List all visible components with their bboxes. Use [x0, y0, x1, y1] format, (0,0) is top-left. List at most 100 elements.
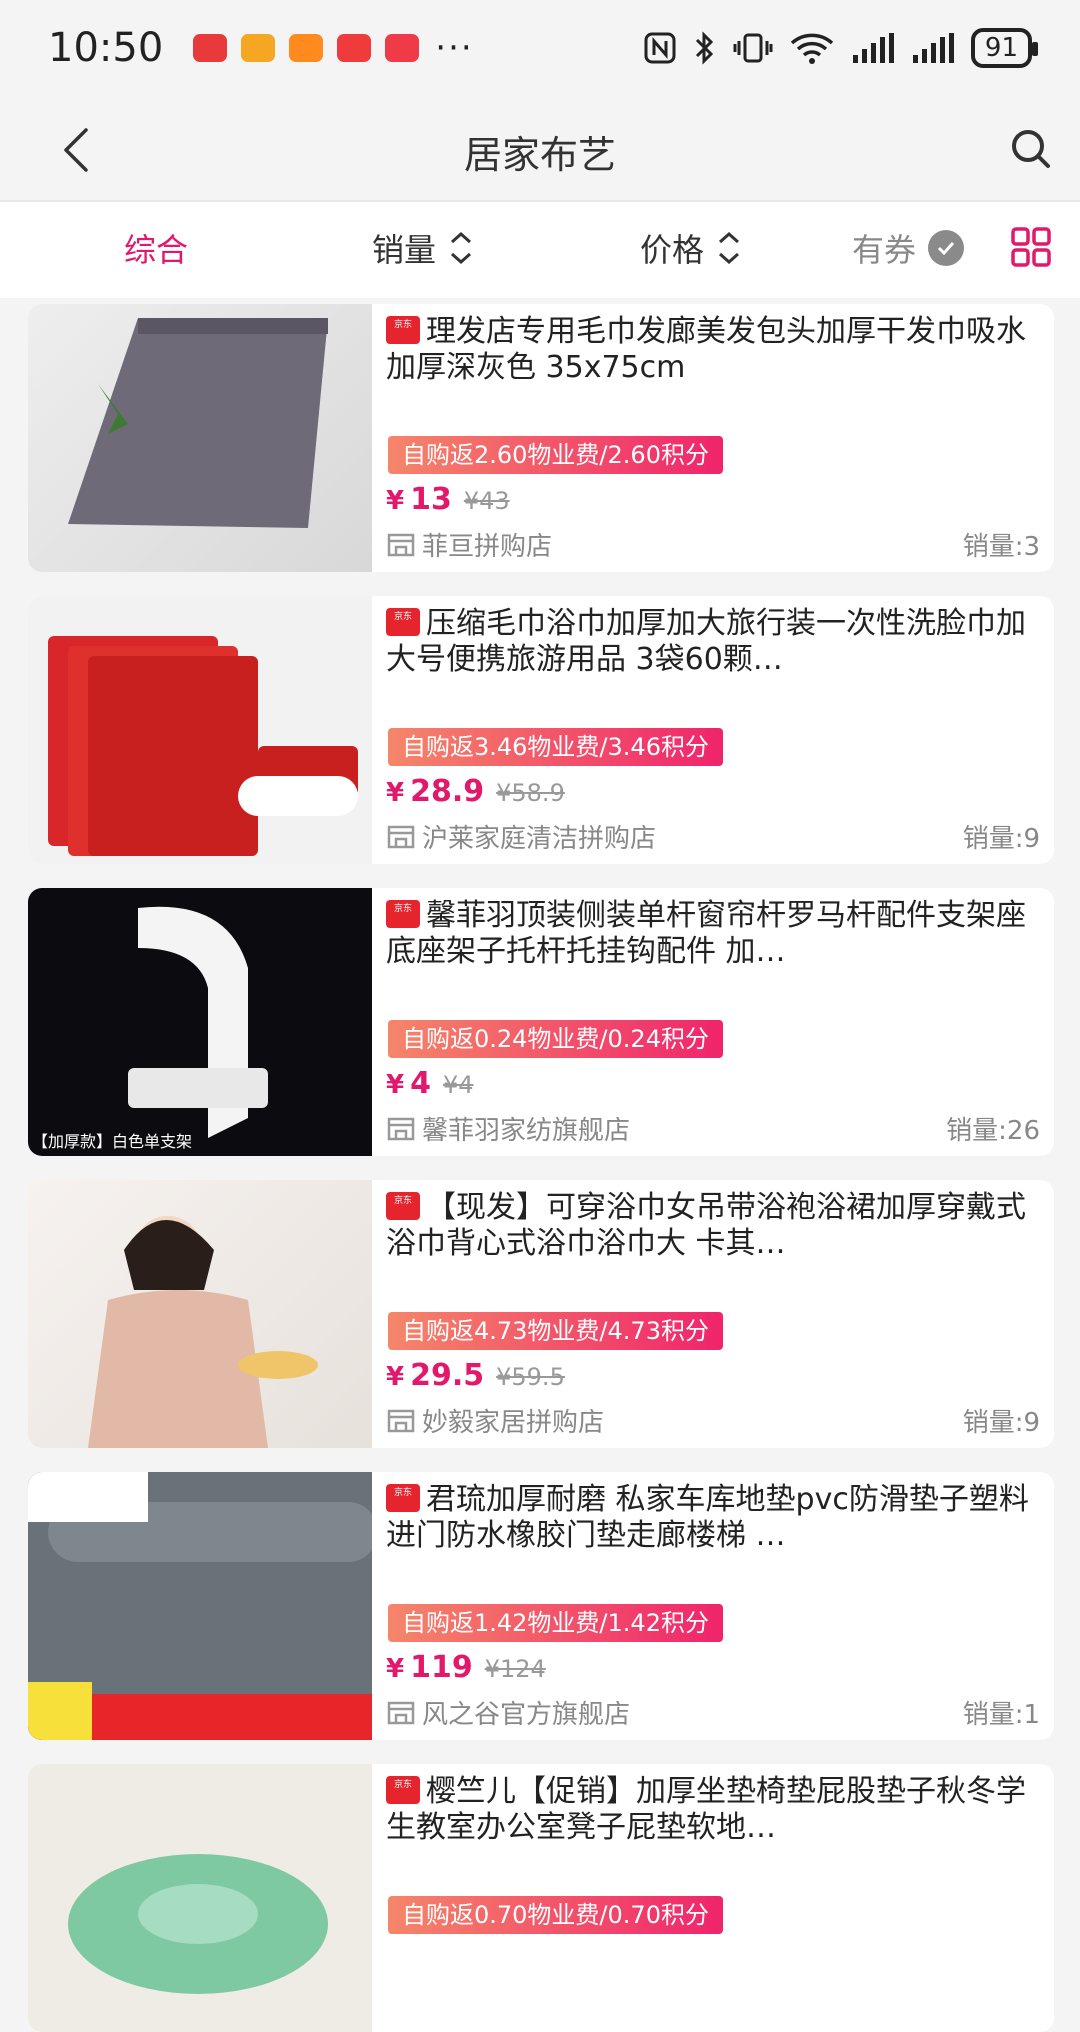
- product-info: 馨菲羽顶装侧装单杆窗帘杆罗马杆配件支架座底座架子托杆托挂钩配件 加… 自购返0.…: [386, 898, 1040, 1148]
- status-time: 10:50: [48, 25, 164, 71]
- product-info: 理发店专用毛巾发廊美发包头加厚干发巾吸水 加厚深灰色 35x75cm 自购返2.…: [386, 314, 1040, 564]
- sales-count: 销量:1: [962, 1699, 1040, 1730]
- sales-count: 销量:3: [962, 531, 1040, 562]
- product-price: ¥13: [386, 482, 452, 517]
- game-app-icon: [289, 34, 324, 62]
- store-icon: [387, 533, 415, 557]
- product-card[interactable]: 君琉加厚耐磨 私家车库地垫pvc防滑垫子塑料进门防水橡胶门垫走廊楼梯 … 自购返…: [28, 1472, 1054, 1740]
- product-title: 理发店专用毛巾发廊美发包头加厚干发巾吸水 加厚深灰色 35x75cm: [386, 314, 1040, 386]
- thumb-caption: 【加厚款】白色单支架: [32, 1132, 193, 1151]
- store-row: 菲亘拼购店 销量:3: [386, 526, 1040, 562]
- product-card[interactable]: 【现发】可穿浴巾女吊带浴袍浴裙加厚穿戴式浴巾背心式浴巾浴巾大 卡其… 自购返4.…: [28, 1180, 1054, 1448]
- product-info: 樱竺儿【促销】加厚坐垫椅垫屁股垫子秋冬学生教室办公室凳子屁垫软地… 自购返0.7…: [386, 1774, 1040, 2024]
- page-title: 居家布艺: [463, 133, 616, 177]
- signal-icon: [852, 33, 894, 63]
- rebate-tag: 自购返1.42物业费/1.42积分: [388, 1604, 723, 1642]
- bluetooth-icon: [695, 31, 714, 65]
- price-row: ¥28.9 ¥58.9: [386, 774, 565, 809]
- original-price: ¥59.5: [496, 1363, 565, 1391]
- product-title: 馨菲羽顶装侧装单杆窗帘杆罗马杆配件支架座底座架子托杆托挂钩配件 加…: [386, 898, 1040, 970]
- store-name[interactable]: 沪莱家庭清洁拼购店: [422, 818, 656, 855]
- nfc-icon: [644, 32, 676, 64]
- product-image: [28, 304, 372, 572]
- signal-icon-2: [912, 33, 954, 63]
- sort-arrows-icon: [451, 231, 472, 265]
- store-row: 妙毅家居拼购店 销量:9: [386, 1402, 1040, 1438]
- grid-view-icon[interactable]: [1010, 226, 1052, 268]
- product-info: 君琉加厚耐磨 私家车库地垫pvc防滑垫子塑料进门防水橡胶门垫走廊楼梯 … 自购返…: [386, 1482, 1040, 1732]
- message-app-icon: [337, 34, 372, 62]
- product-image: [28, 1764, 372, 2032]
- filter-price-tab[interactable]: 价格: [640, 220, 742, 276]
- store-row: 馨菲羽家纺旗舰店 销量:26: [386, 1110, 1040, 1146]
- wifi-icon: [790, 33, 834, 64]
- product-info: 压缩毛巾浴巾加厚加大旅行装一次性洗脸巾加大号便携旅游用品 3袋60颗… 自购返3…: [386, 606, 1040, 856]
- jd-logo-icon: [386, 606, 420, 636]
- price-row: ¥13 ¥43: [386, 482, 510, 517]
- product-image: [28, 1472, 372, 1740]
- product-price: ¥119: [386, 1650, 473, 1685]
- store-row: 风之谷官方旗舰店 销量:1: [386, 1694, 1040, 1730]
- huawei-app-icon: [193, 34, 228, 62]
- battery-indicator: 91: [970, 28, 1039, 68]
- store-row: 沪莱家庭清洁拼购店 销量:9: [386, 818, 1040, 854]
- product-title: 君琉加厚耐磨 私家车库地垫pvc防滑垫子塑料进门防水橡胶门垫走廊楼梯 …: [386, 1482, 1040, 1554]
- product-card[interactable]: 樱竺儿【促销】加厚坐垫椅垫屁股垫子秋冬学生教室办公室凳子屁垫软地… 自购返0.7…: [28, 1764, 1054, 2032]
- original-price: ¥4: [442, 1071, 474, 1099]
- product-price: ¥4: [386, 1066, 431, 1101]
- store-icon: [387, 1409, 415, 1433]
- status-bar: 10:50 ··· 91: [0, 0, 1080, 96]
- product-list: 理发店专用毛巾发廊美发包头加厚干发巾吸水 加厚深灰色 35x75cm 自购返2.…: [0, 298, 1080, 2032]
- filter-coupon-toggle[interactable]: 有券: [852, 220, 965, 276]
- store-name[interactable]: 菲亘拼购店: [422, 526, 552, 563]
- store-name[interactable]: 风之谷官方旗舰店: [422, 1694, 630, 1731]
- filter-sales-label: 销量: [372, 231, 437, 269]
- store-name[interactable]: 馨菲羽家纺旗舰店: [422, 1110, 630, 1147]
- price-row: ¥4 ¥4: [386, 1066, 474, 1101]
- filter-coupon-label: 有券: [852, 231, 917, 269]
- product-image: [28, 1180, 372, 1448]
- store-icon: [387, 1701, 415, 1725]
- jd-logo-icon: [386, 314, 420, 344]
- jd-logo-icon: [386, 898, 420, 928]
- jd-logo-icon: [386, 1482, 420, 1512]
- price-row: ¥29.5 ¥59.5: [386, 1358, 565, 1393]
- sales-count: 销量:9: [962, 823, 1040, 854]
- filter-price-label: 价格: [640, 231, 705, 269]
- product-price: ¥29.5: [386, 1358, 485, 1393]
- product-card[interactable]: 【加厚款】白色单支架 馨菲羽顶装侧装单杆窗帘杆罗马杆配件支架座底座架子托杆托挂钩…: [28, 888, 1054, 1156]
- original-price: ¥58.9: [496, 779, 565, 807]
- rebate-tag: 自购返3.46物业费/3.46积分: [388, 728, 723, 766]
- vibrate-icon: [733, 33, 773, 63]
- rebate-tag: 自购返0.24物业费/0.24积分: [388, 1020, 723, 1058]
- rebate-tag: 自购返2.60物业费/2.60积分: [388, 436, 723, 474]
- check-icon: [928, 230, 965, 266]
- price-row: ¥119 ¥124: [386, 1650, 546, 1685]
- product-image: 【加厚款】白色单支架: [28, 888, 372, 1156]
- rebate-tag: 自购返0.70物业费/0.70积分: [388, 1896, 723, 1934]
- search-icon[interactable]: [1004, 122, 1060, 178]
- jd-logo-icon: [386, 1774, 420, 1804]
- product-card[interactable]: 理发店专用毛巾发廊美发包头加厚干发巾吸水 加厚深灰色 35x75cm 自购返2.…: [28, 304, 1054, 572]
- product-title: 樱竺儿【促销】加厚坐垫椅垫屁股垫子秋冬学生教室办公室凳子屁垫软地…: [386, 1774, 1040, 1846]
- jd-logo-icon: [386, 1190, 420, 1220]
- store-icon: [387, 1117, 415, 1141]
- product-title: 压缩毛巾浴巾加厚加大旅行装一次性洗脸巾加大号便携旅游用品 3袋60颗…: [386, 606, 1040, 678]
- store-icon: [387, 825, 415, 849]
- product-image: [28, 596, 372, 864]
- store-name[interactable]: 妙毅家居拼购店: [422, 1402, 604, 1439]
- original-price: ¥43: [463, 487, 510, 515]
- product-title: 【现发】可穿浴巾女吊带浴袍浴裙加厚穿戴式浴巾背心式浴巾浴巾大 卡其…: [386, 1190, 1040, 1262]
- filter-overall-tab[interactable]: 综合: [124, 220, 188, 276]
- status-more-dots: ···: [435, 28, 474, 68]
- original-price: ¥124: [484, 1655, 546, 1683]
- product-card[interactable]: 压缩毛巾浴巾加厚加大旅行装一次性洗脸巾加大号便携旅游用品 3袋60颗… 自购返3…: [28, 596, 1054, 864]
- sales-count: 销量:9: [962, 1407, 1040, 1438]
- weibo-app-icon: [241, 34, 276, 62]
- product-price: ¥28.9: [386, 774, 485, 809]
- sort-arrows-icon: [719, 231, 740, 265]
- status-right-icons: 91: [643, 28, 1039, 68]
- filter-sales-tab[interactable]: 销量: [372, 220, 474, 276]
- rebate-tag: 自购返4.73物业费/4.73积分: [388, 1312, 723, 1350]
- product-info: 【现发】可穿浴巾女吊带浴袍浴裙加厚穿戴式浴巾背心式浴巾浴巾大 卡其… 自购返4.…: [386, 1190, 1040, 1440]
